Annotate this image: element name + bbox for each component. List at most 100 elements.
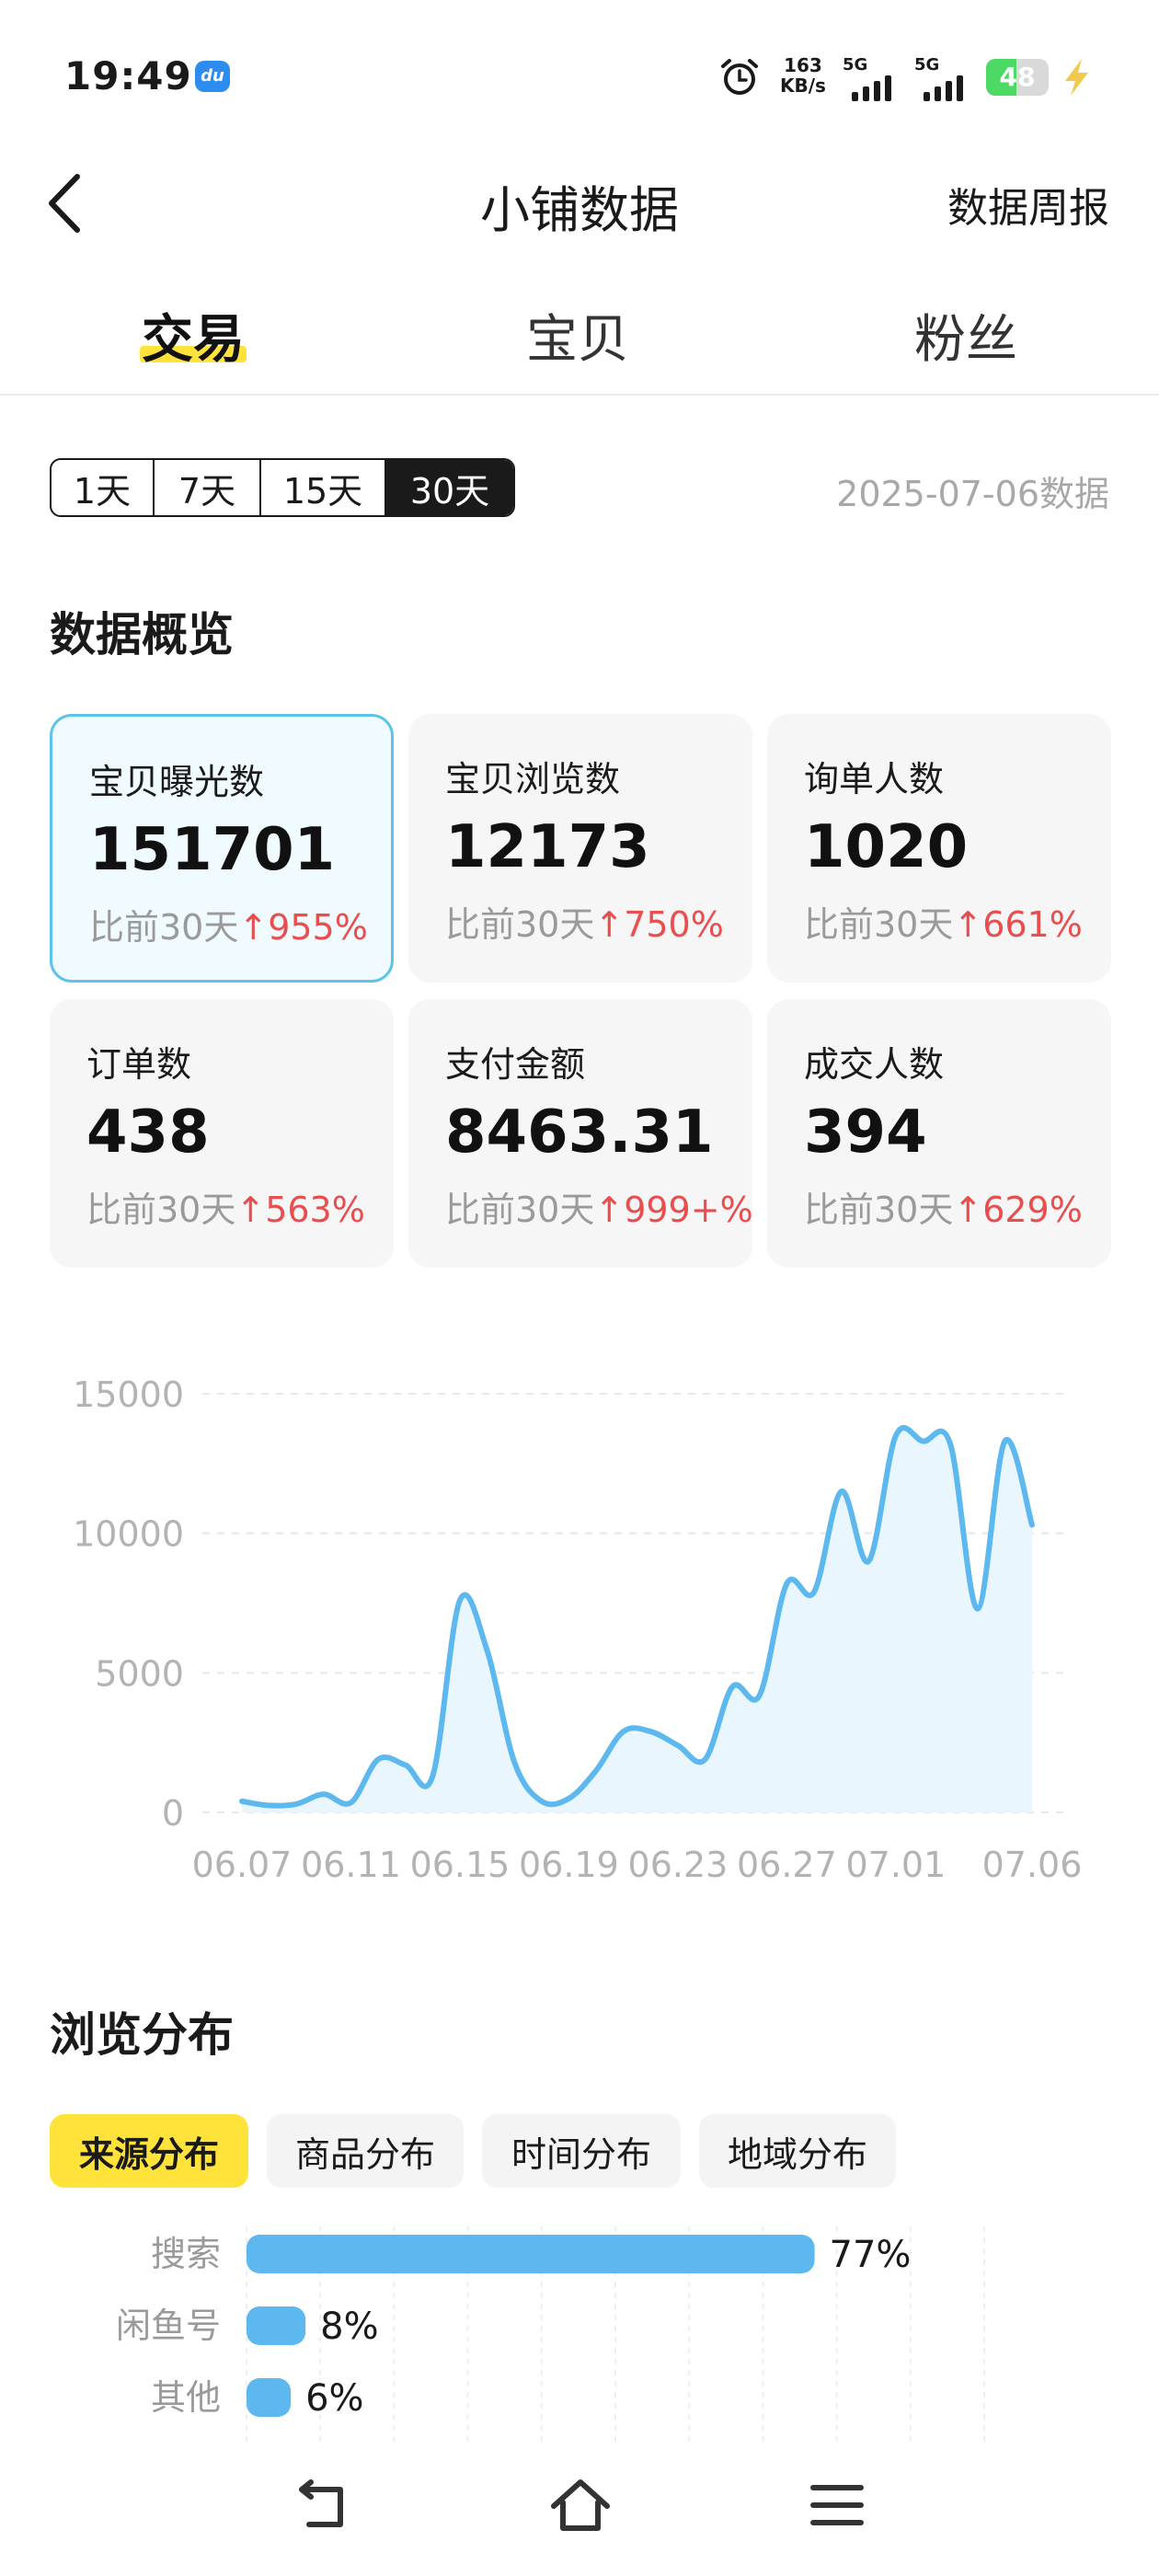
nav-back-icon[interactable] [293, 2477, 351, 2536]
y-tick-label: 5000 [95, 1653, 184, 1694]
exposure-trend-chart: 0 5000 10000 15000 06.07 06.11 06.15 06.19 06.23… [73, 1374, 1083, 1885]
compare-label: 比前30天 [445, 904, 595, 945]
metric-label: 宝贝浏览数 [445, 759, 621, 799]
change-percent: 629% [982, 1190, 1083, 1230]
range-1d-button[interactable]: 1天 [52, 460, 155, 515]
bar-value-label: 6% [305, 2377, 363, 2420]
data-date-label: 2025-07-06数据 [836, 474, 1109, 514]
metric-label: 询单人数 [804, 759, 945, 799]
bar-category-label: 搜索 [151, 2234, 221, 2274]
change-percent: 955% [268, 907, 368, 948]
metric-compare: 比前30天↑750% [445, 896, 724, 947]
source-distribution-bar-chart: 搜索 77% 闲鱼号 8% 其他 6% [116, 2226, 985, 2447]
tab-label: 交易 [142, 310, 245, 370]
bar [247, 2378, 292, 2417]
network-speed-unit: KB/s [780, 75, 826, 97]
metric-compare: 比前30天↑563% [86, 1181, 365, 1232]
y-tick-label: 10000 [73, 1514, 184, 1555]
metric-card-buyers[interactable]: 成交人数 394 比前30天↑629% [767, 999, 1111, 1268]
change-percent: 750% [624, 904, 724, 945]
change-percent: 661% [982, 904, 1083, 945]
nav-menu-icon[interactable] [809, 2482, 865, 2528]
range-15d-button[interactable]: 15天 [261, 460, 386, 515]
tab-items[interactable]: 宝贝 [440, 298, 716, 373]
overview-title: 数据概览 [50, 608, 234, 661]
bar-value-label: 77% [830, 2234, 912, 2276]
tab-source-distribution[interactable]: 来源分布 [50, 2114, 248, 2188]
up-arrow-icon: ↑ [953, 1190, 983, 1230]
x-tick-label: 07.01 [845, 1845, 946, 1885]
area-fill [242, 1427, 1032, 1812]
app-badge-icon: du [195, 61, 230, 92]
metric-card-inquiries[interactable]: 询单人数 1020 比前30天↑661% [767, 714, 1111, 983]
compare-label: 比前30天 [804, 904, 954, 945]
tab-label: 宝贝 [526, 310, 629, 370]
tab-time-distribution[interactable]: 时间分布 [482, 2114, 681, 2188]
signal-label: 5G [843, 55, 868, 75]
charging-bolt-icon [1065, 59, 1088, 96]
metric-card-payment[interactable]: 支付金额 8463.31 比前30天↑999+% [408, 999, 753, 1268]
browse-distribution-title: 浏览分布 [50, 2008, 234, 2062]
metric-compare: 比前30天↑955% [89, 899, 368, 949]
metric-value: 151701 [89, 816, 336, 884]
change-percent: 999+% [624, 1190, 753, 1230]
bar-category-label: 其他 [151, 2377, 221, 2418]
divider [0, 394, 1159, 396]
metric-compare: 比前30天↑661% [804, 896, 1083, 947]
compare-label: 比前30天 [804, 1190, 954, 1230]
metric-value: 12173 [445, 813, 650, 881]
tab-trade[interactable]: 交易 [55, 298, 331, 373]
up-arrow-icon: ↑ [235, 1190, 266, 1230]
network-speed-value: 163 [784, 54, 822, 76]
alarm-icon [721, 59, 758, 95]
metric-label: 成交人数 [804, 1044, 945, 1085]
y-tick-label: 15000 [73, 1374, 184, 1415]
x-tick-label: 06.15 [410, 1845, 511, 1885]
weekly-report-link[interactable]: 数据周报 [947, 175, 1109, 234]
metric-label: 宝贝曝光数 [89, 762, 265, 802]
signal-label: 5G [914, 55, 940, 75]
battery-icon: 48 [986, 59, 1049, 96]
up-arrow-icon: ↑ [594, 1190, 625, 1230]
compare-label: 比前30天 [89, 907, 239, 948]
change-percent: 563% [265, 1190, 365, 1230]
bar-value-label: 8% [320, 2306, 378, 2348]
tab-product-distribution[interactable]: 商品分布 [267, 2114, 464, 2188]
range-7d-button[interactable]: 7天 [155, 460, 261, 515]
tab-label: 粉丝 [914, 310, 1017, 370]
tab-fans[interactable]: 粉丝 [828, 298, 1104, 373]
tab-region-distribution[interactable]: 地域分布 [699, 2114, 896, 2188]
compare-label: 比前30天 [445, 1190, 595, 1230]
range-30d-button[interactable]: 30天 [386, 460, 513, 515]
network-speed: 163 KB/s [780, 55, 826, 96]
up-arrow-icon: ↑ [594, 904, 625, 945]
metric-label: 支付金额 [445, 1044, 586, 1085]
nav-home-icon[interactable] [548, 2475, 613, 2536]
x-tick-label: 06.27 [737, 1845, 837, 1885]
status-time: 19:49 [64, 53, 192, 98]
up-arrow-icon: ↑ [238, 907, 269, 948]
metric-compare: 比前30天↑629% [804, 1181, 1083, 1232]
bar [247, 2235, 815, 2273]
metric-card-orders[interactable]: 订单数 438 比前30天↑563% [50, 999, 394, 1268]
metric-card-views[interactable]: 宝贝浏览数 12173 比前30天↑750% [408, 714, 752, 983]
date-range-selector: 1天 7天 15天 30天 [50, 458, 515, 517]
metric-value: 1020 [804, 813, 969, 881]
metric-card-exposure[interactable]: 宝贝曝光数 151701 比前30天↑955% [50, 714, 394, 983]
x-tick-label: 06.11 [301, 1845, 401, 1885]
x-tick-label: 06.19 [519, 1845, 619, 1885]
x-tick-label: 06.23 [628, 1845, 729, 1885]
y-tick-label: 0 [162, 1793, 184, 1834]
metric-value: 394 [804, 1098, 927, 1167]
bar [247, 2306, 306, 2345]
bar-category-label: 闲鱼号 [116, 2306, 221, 2346]
metric-label: 订单数 [86, 1044, 192, 1085]
metric-value: 8463.31 [445, 1098, 714, 1167]
metric-compare: 比前30天↑999+% [445, 1181, 753, 1232]
compare-label: 比前30天 [86, 1190, 236, 1230]
metric-value: 438 [86, 1098, 210, 1167]
up-arrow-icon: ↑ [953, 904, 983, 945]
x-tick-label: 07.06 [982, 1845, 1083, 1885]
x-tick-label: 06.07 [192, 1845, 293, 1885]
battery-level: 48 [999, 62, 1036, 92]
